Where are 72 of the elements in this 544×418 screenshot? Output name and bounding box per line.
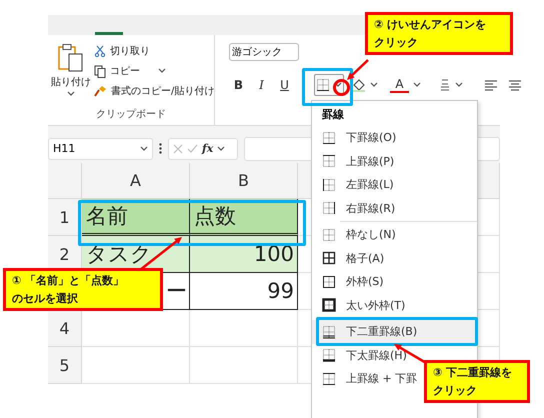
table-cell: 100: [190, 236, 298, 273]
insert-function-button[interactable]: fx: [202, 142, 214, 155]
menu-title: 罫線: [321, 107, 345, 123]
border-button[interactable]: [314, 74, 344, 96]
chevron-icon: [140, 146, 148, 152]
copy-icon: [94, 64, 106, 78]
border-style-icon: [322, 324, 336, 339]
active-tab-indicator: [95, 32, 123, 35]
border-style-icon: [322, 228, 336, 242]
menu-item[interactable]: 太い外枠(T): [312, 294, 477, 317]
copy-button[interactable]: コピー: [110, 64, 140, 78]
clipboard-icon: [58, 43, 84, 73]
border-style-icon: [322, 201, 336, 216]
cut-button[interactable]: 切り取り: [110, 44, 150, 58]
bold-button[interactable]: B: [229, 78, 248, 92]
callout-text: ② けいせんアイコンを: [374, 17, 488, 32]
row-header[interactable]: 5: [48, 347, 82, 384]
fill-bucket-icon: [352, 78, 366, 92]
chevron-icon: [370, 82, 378, 88]
font-color-button[interactable]: A: [390, 78, 409, 92]
border-style-icon: [322, 274, 336, 289]
chevron-icon: [67, 91, 75, 97]
table-cell: 99: [190, 273, 298, 310]
row-header[interactable]: 1: [48, 199, 82, 236]
paste-button[interactable]: 貼り付け: [51, 75, 91, 89]
cancel-icon: [173, 144, 183, 154]
menu-item[interactable]: 上罫線(P): [312, 150, 477, 173]
chevron-icon: [413, 82, 421, 88]
border-style-icon: [316, 78, 330, 92]
callout-text: クリック: [374, 35, 419, 50]
border-style-icon: [322, 372, 336, 386]
callout-text: のセルを選択: [12, 291, 79, 306]
table-cell: 名前: [82, 199, 190, 236]
align-left-icon: [485, 80, 497, 90]
menu-item[interactable]: 下太罫線(H): [312, 344, 477, 367]
font-name-field[interactable]: 游ゴシック: [229, 43, 299, 61]
scissors-icon: [94, 45, 106, 57]
chevron-icon: [334, 82, 342, 88]
column-header[interactable]: A: [82, 163, 190, 199]
menu-item[interactable]: 外枠(S): [312, 270, 477, 294]
italic-button[interactable]: I: [252, 78, 271, 92]
border-style-icon: [322, 348, 336, 362]
callout-text: クリック: [433, 383, 478, 398]
callout-text: ③ 下二重罫線を: [433, 365, 514, 380]
chevron-icon: [217, 146, 226, 152]
underline-button[interactable]: U: [275, 78, 294, 92]
paintbrush-icon: [94, 85, 107, 97]
chevron-icon: [455, 82, 463, 88]
name-box[interactable]: H11: [48, 138, 153, 160]
row-header[interactable]: 4: [48, 310, 82, 347]
menu-item[interactable]: 右罫線(R): [312, 196, 477, 220]
border-style-icon: [322, 178, 336, 192]
border-style-icon: [322, 251, 336, 266]
border-style-icon: [322, 298, 336, 312]
table-cell: 点数: [190, 199, 298, 236]
border-style-icon: [322, 154, 336, 168]
callout-arrow: [347, 59, 369, 80]
format-painter-button[interactable]: 書式のコピー/貼り付け: [111, 84, 214, 98]
column-header[interactable]: B: [190, 163, 298, 199]
menu-item[interactable]: 枠なし(N): [312, 223, 477, 246]
chevron-icon: [158, 68, 166, 74]
menu-item[interactable]: 格子(A): [312, 246, 477, 270]
menu-item[interactable]: 下罫線(O): [312, 126, 477, 150]
group-label: クリップボード: [95, 108, 168, 122]
border-style-icon: [322, 130, 336, 145]
more-icon: [159, 143, 162, 154]
menu-item[interactable]: 左罫線(L): [312, 173, 477, 196]
align-center-icon: [509, 80, 521, 90]
menu-item[interactable]: 下二重罫線(B): [312, 320, 477, 344]
check-icon: [187, 144, 198, 153]
phonetic-icon: [439, 78, 451, 92]
button-highlight: [302, 68, 353, 106]
